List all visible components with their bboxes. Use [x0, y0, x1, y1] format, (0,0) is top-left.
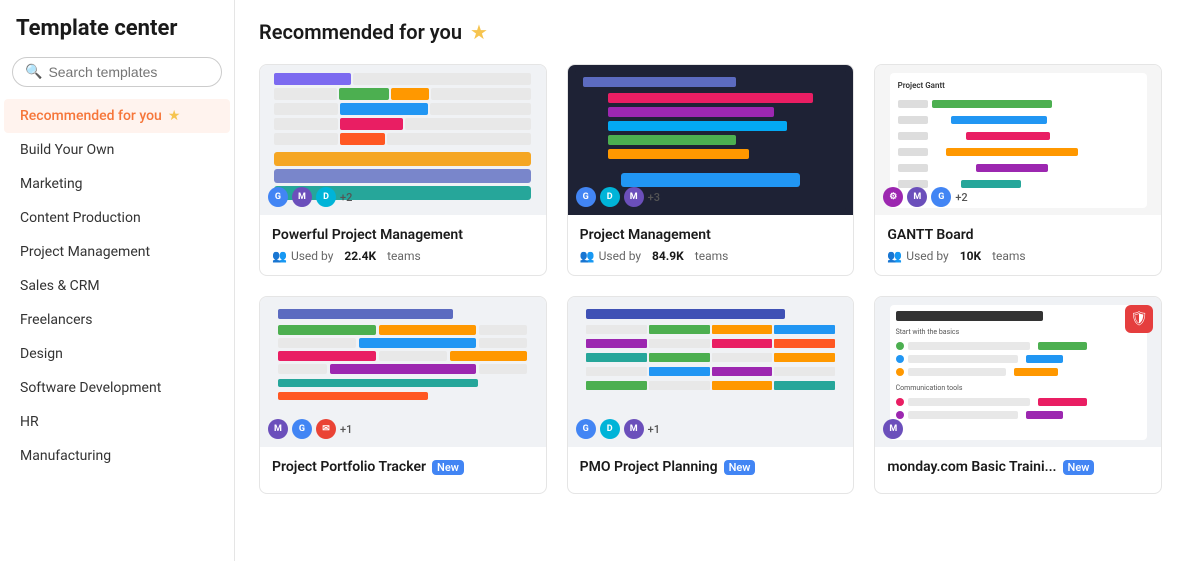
template-card-training[interactable]: 🛡 Start with the basics — [874, 296, 1162, 494]
sidebar-item-label: Software Development — [20, 380, 161, 396]
sidebar-item-label: Recommended for you — [20, 108, 162, 124]
main-content: Recommended for you ★ — [235, 0, 1186, 561]
template-preview-training: 🛡 Start with the basics — [875, 297, 1161, 447]
card-usage-project-management: 👥 Used by 84.9K teams — [580, 249, 842, 263]
card-usage-powerful-pm: 👥 Used by 22.4K teams — [272, 249, 534, 263]
sidebar-item-label: HR — [20, 414, 39, 430]
search-icon: 🔍 — [25, 64, 42, 80]
badge-dropbox: D — [316, 187, 336, 207]
sidebar-item-software-development[interactable]: Software Development — [4, 371, 230, 405]
card-name-gantt: GANTT Board — [887, 227, 1149, 243]
section-title: Recommended for you — [259, 20, 462, 44]
section-star-icon: ★ — [470, 20, 488, 44]
card-badges-pmo: G D M +1 — [576, 419, 660, 439]
page-title: Template center — [0, 16, 234, 57]
badge-portfolio1: M — [268, 419, 288, 439]
template-card-powerful-pm[interactable]: G M D +2 Powerful Project Management 👥 U… — [259, 64, 547, 276]
badge-gantt2: M — [907, 187, 927, 207]
template-card-pmo[interactable]: G D M +1 PMO Project Planning New — [567, 296, 855, 494]
badge-monday: M — [292, 187, 312, 207]
search-input[interactable] — [48, 64, 209, 80]
new-badge-pmo: New — [724, 460, 756, 475]
badge-count-portfolio: +1 — [340, 423, 352, 436]
template-preview-pmo: G D M +1 — [568, 297, 854, 447]
badge-training1: M — [883, 419, 903, 439]
template-card-project-management[interactable]: G D M +3 Project Management 👥 Used by 84… — [567, 64, 855, 276]
card-name-portfolio: Project Portfolio Tracker New — [272, 459, 534, 475]
sidebar-item-label: Content Production — [20, 210, 141, 226]
sidebar-item-label: Sales & CRM — [20, 278, 100, 294]
card-badges-training: M — [883, 419, 903, 439]
badge-pmo2: D — [600, 419, 620, 439]
badge-portfolio2: G — [292, 419, 312, 439]
template-card-portfolio[interactable]: M G ✉ +1 Project Portfolio Tracker New — [259, 296, 547, 494]
card-name-powerful-pm: Powerful Project Management — [272, 227, 534, 243]
search-box[interactable]: 🔍 — [12, 57, 222, 87]
shield-icon: 🛡 — [1125, 305, 1153, 333]
sidebar-nav: Recommended for you ★ Build Your Own Mar… — [0, 99, 234, 473]
card-name-training: monday.com Basic Traini... New — [887, 459, 1149, 475]
sidebar-item-project-management[interactable]: Project Management — [4, 235, 230, 269]
sidebar-item-label: Design — [20, 346, 63, 362]
card-info-training: monday.com Basic Traini... New — [875, 447, 1161, 493]
badge-dropbox2: D — [600, 187, 620, 207]
sidebar-item-recommended[interactable]: Recommended for you ★ — [4, 99, 230, 133]
sidebar-item-sales-crm[interactable]: Sales & CRM — [4, 269, 230, 303]
card-name-pmo: PMO Project Planning New — [580, 459, 842, 475]
template-grid: G M D +2 Powerful Project Management 👥 U… — [259, 64, 1162, 494]
training-title-bar — [896, 311, 1043, 321]
sidebar-item-marketing[interactable]: Marketing — [4, 167, 230, 201]
badge-google: G — [268, 187, 288, 207]
users-icon: 👥 — [272, 249, 287, 263]
template-preview-powerful-pm: G M D +2 — [260, 65, 546, 215]
section-header: Recommended for you ★ — [259, 20, 1162, 44]
sidebar: Template center 🔍 Recommended for you ★ … — [0, 0, 235, 561]
card-info-pmo: PMO Project Planning New — [568, 447, 854, 493]
card-name-project-management: Project Management — [580, 227, 842, 243]
star-icon: ★ — [168, 108, 181, 124]
card-badges-gantt: ⚙ M G +2 — [883, 187, 967, 207]
sidebar-item-label: Marketing — [20, 176, 83, 192]
template-preview-project-management: G D M +3 — [568, 65, 854, 215]
badge-pmo3: M — [624, 419, 644, 439]
sidebar-item-freelancers[interactable]: Freelancers — [4, 303, 230, 337]
card-info-portfolio: Project Portfolio Tracker New — [260, 447, 546, 493]
sidebar-item-design[interactable]: Design — [4, 337, 230, 371]
sidebar-item-label: Freelancers — [20, 312, 93, 328]
card-info-project-management: Project Management 👥 Used by 84.9K teams — [568, 215, 854, 275]
sidebar-item-manufacturing[interactable]: Manufacturing — [4, 439, 230, 473]
card-badges-powerful-pm: G M D +2 — [268, 187, 352, 207]
sidebar-item-label: Project Management — [20, 244, 150, 260]
badge-count-project-management: +3 — [648, 191, 660, 204]
card-usage-gantt: 👥 Used by 10K teams — [887, 249, 1149, 263]
card-badges-project-management: G D M +3 — [576, 187, 660, 207]
badge-gantt3: G — [931, 187, 951, 207]
sidebar-item-hr[interactable]: HR — [4, 405, 230, 439]
template-preview-gantt: Project Gantt — [875, 65, 1161, 215]
template-card-gantt[interactable]: Project Gantt — [874, 64, 1162, 276]
badge-monday2: M — [624, 187, 644, 207]
sidebar-item-label: Build Your Own — [20, 142, 114, 158]
badge-count-powerful-pm: +2 — [340, 191, 352, 204]
badge-gantt1: ⚙ — [883, 187, 903, 207]
badge-portfolio3: ✉ — [316, 419, 336, 439]
card-info-gantt: GANTT Board 👥 Used by 10K teams — [875, 215, 1161, 275]
card-badges-portfolio: M G ✉ +1 — [268, 419, 352, 439]
badge-google2: G — [576, 187, 596, 207]
users-icon2: 👥 — [580, 249, 595, 263]
users-icon3: 👥 — [887, 249, 902, 263]
sidebar-item-content-production[interactable]: Content Production — [4, 201, 230, 235]
new-badge-portfolio: New — [432, 460, 464, 475]
sidebar-item-label: Manufacturing — [20, 448, 111, 464]
badge-count-pmo: +1 — [648, 423, 660, 436]
new-badge-training: New — [1063, 460, 1095, 475]
badge-pmo1: G — [576, 419, 596, 439]
template-preview-portfolio: M G ✉ +1 — [260, 297, 546, 447]
sidebar-item-build-your-own[interactable]: Build Your Own — [4, 133, 230, 167]
badge-count-gantt: +2 — [955, 191, 967, 204]
card-info-powerful-pm: Powerful Project Management 👥 Used by 22… — [260, 215, 546, 275]
